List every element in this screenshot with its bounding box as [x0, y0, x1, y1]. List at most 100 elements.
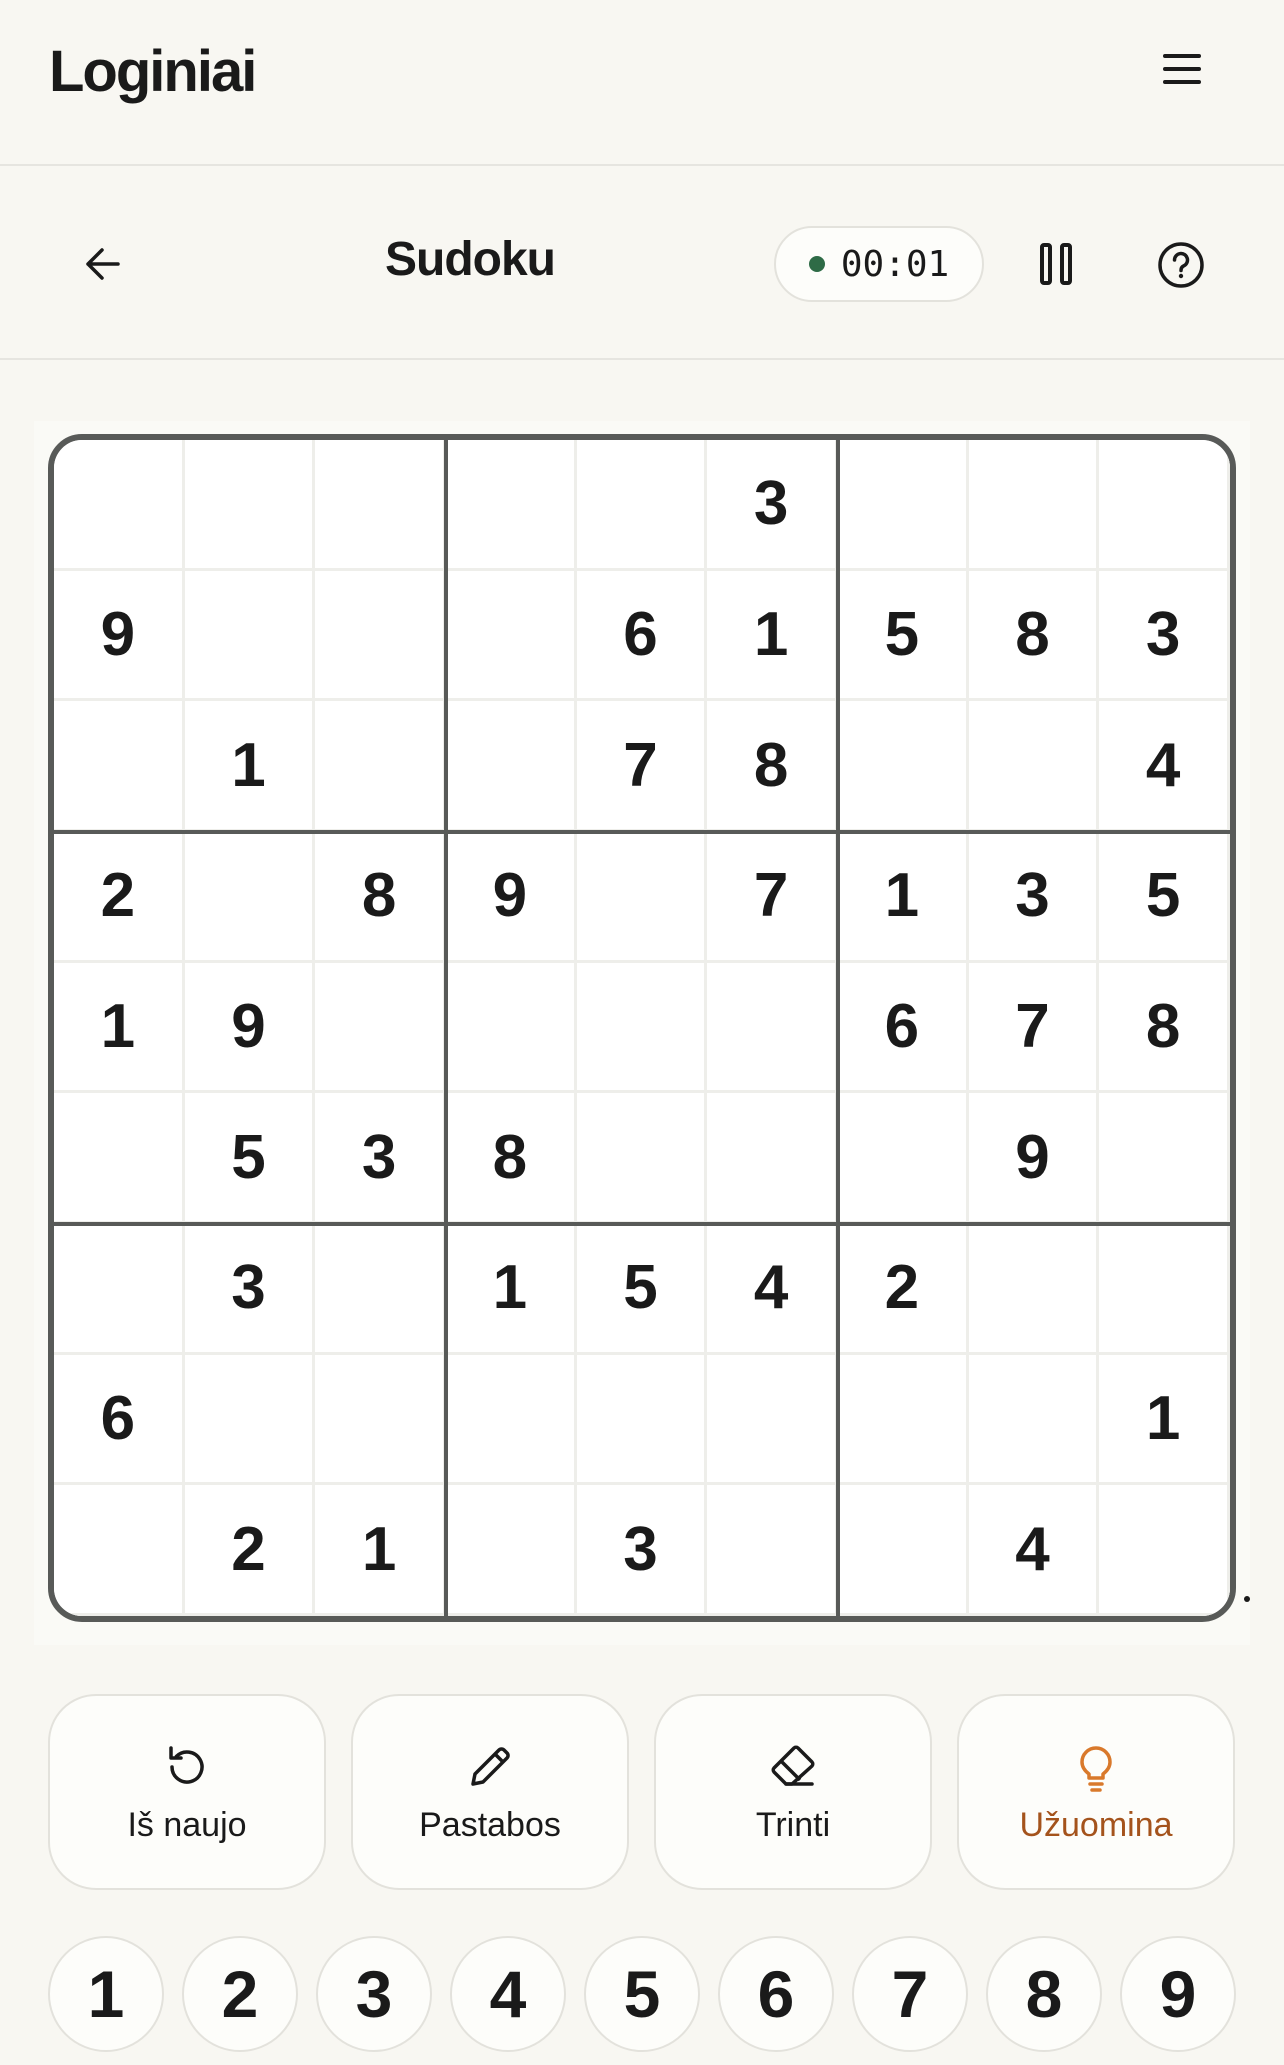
sudoku-cell[interactable]: [54, 701, 185, 832]
sudoku-cell[interactable]: 6: [54, 1354, 185, 1486]
sudoku-cell[interactable]: 9: [446, 832, 577, 963]
game-toolbar: Sudoku 00:01: [0, 166, 1284, 360]
sudoku-cell[interactable]: 1: [446, 1224, 577, 1355]
sudoku-cell[interactable]: 3: [1099, 570, 1230, 702]
sudoku-cell[interactable]: [576, 832, 708, 963]
sudoku-cell[interactable]: 3: [315, 1093, 446, 1224]
hamburger-icon[interactable]: [1150, 44, 1214, 94]
sudoku-cell[interactable]: 5: [1099, 832, 1230, 963]
sudoku-cell[interactable]: 5: [576, 1224, 708, 1355]
sudoku-cell[interactable]: [446, 1485, 577, 1616]
sudoku-cell[interactable]: [315, 570, 446, 702]
sudoku-cell[interactable]: 6: [576, 570, 708, 702]
sudoku-cell[interactable]: [576, 1093, 708, 1224]
sudoku-cell[interactable]: 8: [1099, 962, 1230, 1094]
sudoku-cell[interactable]: [446, 1354, 577, 1486]
sudoku-cell[interactable]: 8: [446, 1093, 577, 1224]
sudoku-cell[interactable]: [838, 1354, 969, 1486]
sudoku-cell[interactable]: [54, 440, 185, 571]
restart-button[interactable]: Iš naujo: [48, 1694, 326, 1890]
sudoku-cell[interactable]: [54, 1093, 185, 1224]
sudoku-cell[interactable]: 5: [838, 570, 969, 702]
sudoku-cell[interactable]: [838, 440, 969, 571]
sudoku-cell[interactable]: [838, 701, 969, 832]
pause-icon[interactable]: [1036, 236, 1076, 292]
sudoku-cell[interactable]: [968, 1224, 1100, 1355]
sudoku-cell[interactable]: [184, 570, 316, 702]
sudoku-cell[interactable]: [184, 1354, 316, 1486]
sudoku-cell[interactable]: 2: [54, 832, 185, 963]
number-button-8[interactable]: 8: [986, 1936, 1102, 2052]
sudoku-cell[interactable]: 4: [707, 1224, 838, 1355]
hint-button[interactable]: Užuomina: [957, 1694, 1235, 1890]
sudoku-cell[interactable]: [576, 440, 708, 571]
sudoku-cell[interactable]: 3: [707, 440, 838, 571]
sudoku-cell[interactable]: [707, 1354, 838, 1486]
number-button-5[interactable]: 5: [584, 1936, 700, 2052]
sudoku-cell[interactable]: [576, 962, 708, 1094]
number-button-9[interactable]: 9: [1120, 1936, 1236, 2052]
sudoku-cell[interactable]: 9: [54, 570, 185, 702]
number-button-7[interactable]: 7: [852, 1936, 968, 2052]
sudoku-cell[interactable]: 8: [707, 701, 838, 832]
sudoku-cell[interactable]: [184, 440, 316, 571]
sudoku-cell[interactable]: 7: [968, 962, 1100, 1094]
sudoku-cell[interactable]: [54, 1485, 185, 1616]
sudoku-cell[interactable]: 8: [315, 832, 446, 963]
sudoku-cell[interactable]: [968, 701, 1100, 832]
number-button-4[interactable]: 4: [450, 1936, 566, 2052]
sudoku-cell[interactable]: 2: [184, 1485, 316, 1616]
sudoku-cell[interactable]: 1: [315, 1485, 446, 1616]
sudoku-cell[interactable]: 4: [968, 1485, 1100, 1616]
sudoku-cell[interactable]: [838, 1093, 969, 1224]
number-button-6[interactable]: 6: [718, 1936, 834, 2052]
sudoku-cell[interactable]: [315, 440, 446, 571]
sudoku-cell[interactable]: [446, 962, 577, 1094]
sudoku-cell[interactable]: [315, 1354, 446, 1486]
sudoku-cell[interactable]: 1: [1099, 1354, 1230, 1486]
sudoku-cell[interactable]: [315, 701, 446, 832]
sudoku-cell[interactable]: [446, 440, 577, 571]
sudoku-cell[interactable]: 9: [184, 962, 316, 1094]
sudoku-cell[interactable]: [968, 440, 1100, 571]
sudoku-cell[interactable]: [446, 701, 577, 832]
sudoku-cell[interactable]: 3: [968, 832, 1100, 963]
sudoku-cell[interactable]: 3: [184, 1224, 316, 1355]
notes-button[interactable]: Pastabos: [351, 1694, 629, 1890]
sudoku-cell[interactable]: [446, 570, 577, 702]
sudoku-cell[interactable]: [968, 1354, 1100, 1486]
sudoku-cell[interactable]: 1: [54, 962, 185, 1094]
sudoku-cell[interactable]: 8: [968, 570, 1100, 702]
sudoku-cell[interactable]: [54, 1224, 185, 1355]
sudoku-cell[interactable]: [1099, 1485, 1230, 1616]
sudoku-cell[interactable]: 2: [838, 1224, 969, 1355]
sudoku-cell[interactable]: 1: [838, 832, 969, 963]
sudoku-cell[interactable]: 7: [576, 701, 708, 832]
sudoku-cell[interactable]: 4: [1099, 701, 1230, 832]
number-button-1[interactable]: 1: [48, 1936, 164, 2052]
erase-button[interactable]: Trinti: [654, 1694, 932, 1890]
sudoku-cell[interactable]: 1: [184, 701, 316, 832]
question-circle-icon[interactable]: [1156, 240, 1206, 290]
sudoku-cell[interactable]: [707, 1485, 838, 1616]
sudoku-cell[interactable]: [707, 962, 838, 1094]
sudoku-cell[interactable]: [1099, 1093, 1230, 1224]
sudoku-cell[interactable]: 1: [707, 570, 838, 702]
sudoku-cell[interactable]: 9: [968, 1093, 1100, 1224]
app-logo[interactable]: Loginiai: [49, 38, 257, 105]
sudoku-cell[interactable]: 6: [838, 962, 969, 1094]
sudoku-cell[interactable]: [576, 1354, 708, 1486]
number-button-3[interactable]: 3: [316, 1936, 432, 2052]
sudoku-cell[interactable]: [1099, 440, 1230, 571]
sudoku-cell[interactable]: [838, 1485, 969, 1616]
sudoku-cell[interactable]: [315, 962, 446, 1094]
sudoku-cell[interactable]: 5: [184, 1093, 316, 1224]
sudoku-cell[interactable]: 3: [576, 1485, 708, 1616]
sudoku-cell[interactable]: [184, 832, 316, 963]
number-button-2[interactable]: 2: [182, 1936, 298, 2052]
sudoku-cell[interactable]: [315, 1224, 446, 1355]
sudoku-cell[interactable]: [1099, 1224, 1230, 1355]
sudoku-cell[interactable]: [707, 1093, 838, 1224]
arrow-left-icon[interactable]: [78, 238, 138, 290]
sudoku-cell[interactable]: 7: [707, 832, 838, 963]
